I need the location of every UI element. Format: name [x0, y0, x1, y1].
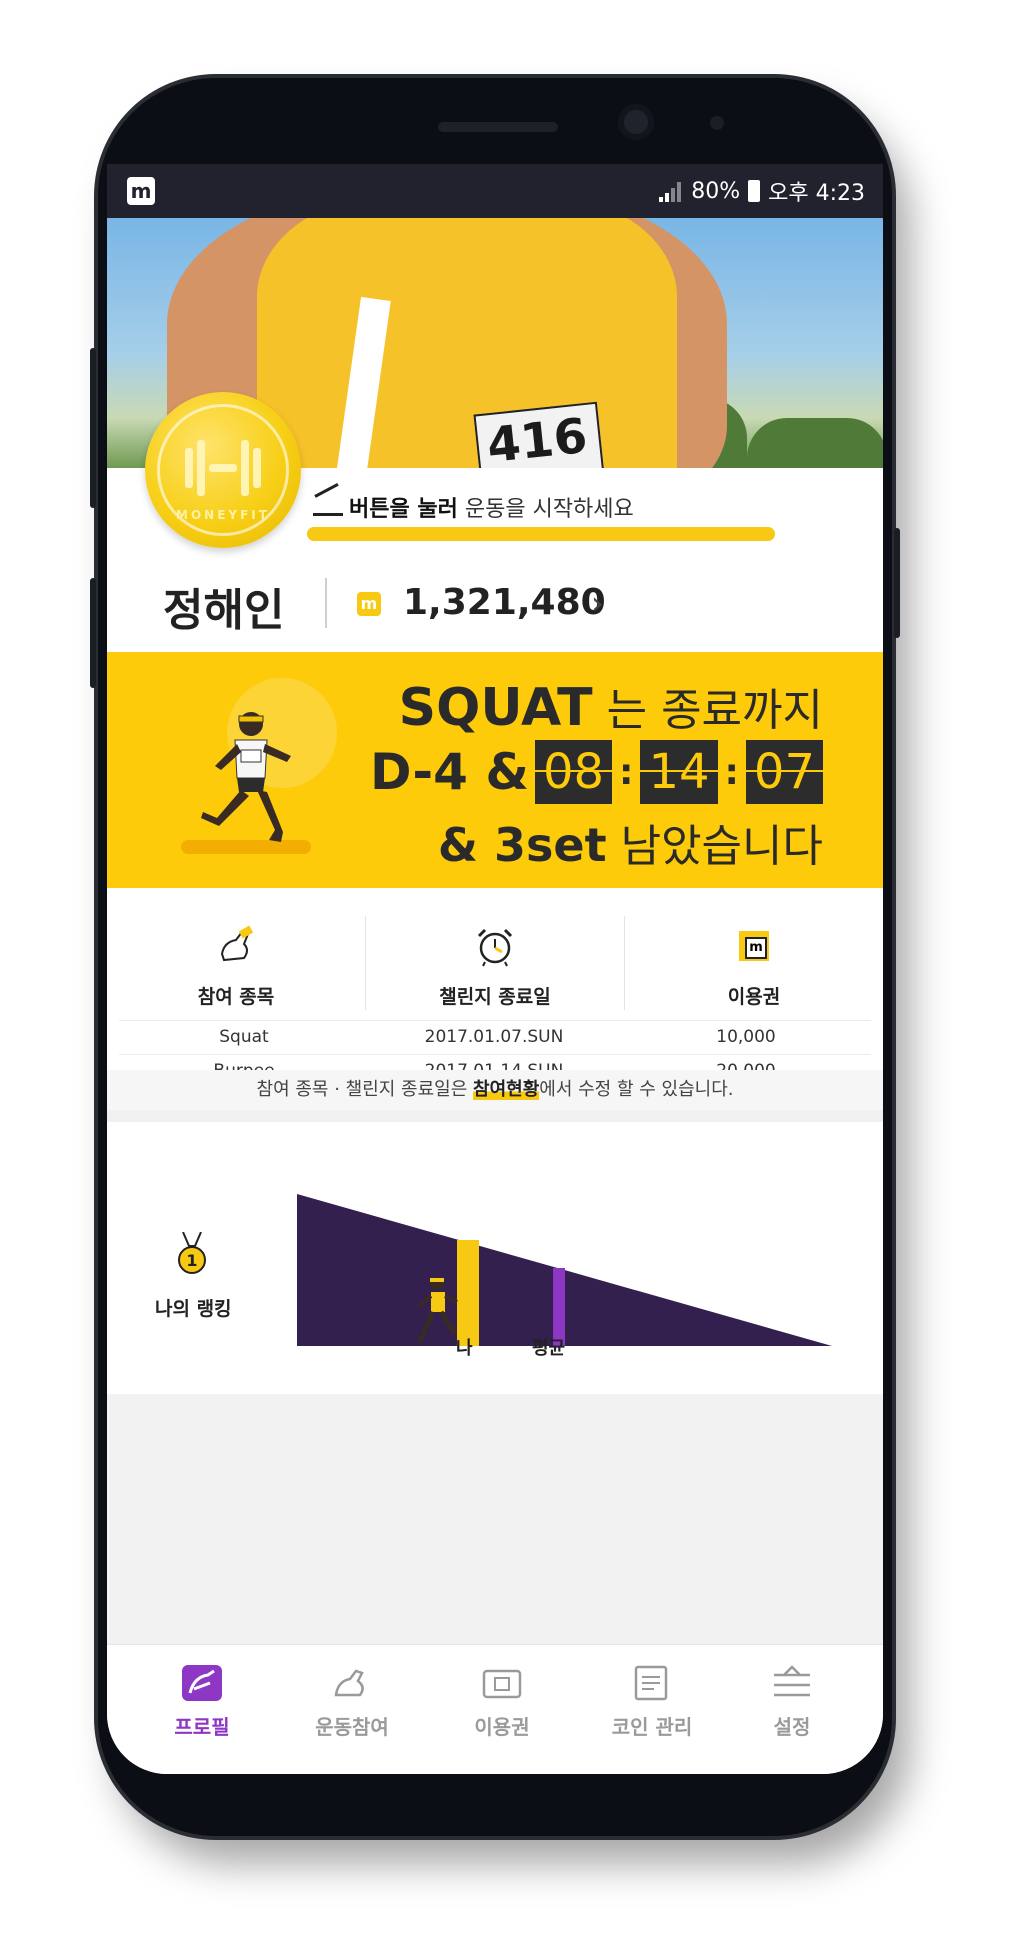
coin-manage-icon [634, 1665, 668, 1701]
coin-balance[interactable]: 1,321,480 [403, 582, 606, 623]
average-label: 평균 [532, 1338, 566, 1359]
start-workout-coin-button[interactable]: MONEYFIT [145, 392, 301, 548]
banner-line-1: SQUAT 는 종료까지 [398, 678, 823, 738]
clock: 오후 4:23 [768, 181, 865, 206]
hours-box: 08 [534, 740, 613, 804]
nav-coin-manage[interactable]: 코인 관리 [577, 1661, 727, 1740]
table-row: Squat 2017.01.07.SUN 10,000 [119, 1020, 871, 1055]
chevron-right-icon[interactable]: › [591, 584, 604, 622]
days-left: D-4 & [369, 743, 529, 801]
settings-icon [774, 1665, 810, 1697]
minutes-box: 14 [640, 740, 718, 804]
challenge-banner: SQUAT 는 종료까지 D-4 & 08:14:07 & 3set 남았습니다 [107, 652, 883, 888]
user-name: 정해인 [163, 585, 285, 636]
nav-profile[interactable]: 프로필 [127, 1661, 277, 1740]
nav-workout[interactable]: 운동참여 [277, 1661, 427, 1740]
header-end-date: 챌린지 종료일 [439, 986, 551, 1008]
banner-line-3: & 3set 남았습니다 [437, 818, 823, 872]
countdown: D-4 & 08:14:07 [369, 740, 824, 804]
app-screen: m 80% 오후 4:23 416 MONEYFIT 버튼을 눌러 운동을 시작… [107, 164, 883, 1774]
my-rank-marker [457, 1240, 479, 1346]
cta-emphasis: 버튼을 눌러 [349, 497, 458, 522]
m-logo-icon: m [127, 177, 155, 205]
col-ticket: m 이용권 [625, 904, 883, 1008]
col-end-date: 챌린지 종료일 [366, 904, 624, 1008]
profile-icon [182, 1665, 222, 1701]
pointer-icon [313, 499, 343, 516]
bottom-navigation: 프로필 운동참여 이용권 코인 관리 설정 [107, 1644, 883, 1774]
sets-left: & 3set [437, 818, 607, 872]
medal-icon: 1 [178, 1232, 206, 1274]
my-rank-label: 나 [456, 1338, 473, 1359]
cta-underline [307, 527, 775, 541]
status-bar: m 80% 오후 4:23 [107, 164, 883, 218]
muscle-icon [220, 925, 254, 962]
start-cta: 버튼을 눌러 운동을 시작하세요 [313, 491, 634, 523]
header-exercise: 참여 종목 [197, 986, 275, 1008]
participation-link[interactable]: 참여현황 [473, 1079, 540, 1100]
ticket-m-icon: m [739, 931, 769, 961]
muscle-icon [334, 1669, 364, 1697]
dumbbell-icon [185, 440, 261, 496]
nav-ticket[interactable]: 이용권 [427, 1661, 577, 1740]
bib-number: 416 [484, 407, 590, 468]
ranking-label: 나의 랭킹 [155, 1298, 232, 1320]
col-exercise: 참여 종목 [107, 904, 365, 1008]
ranking-graph [297, 1194, 832, 1346]
battery-percent: 80% [691, 178, 741, 204]
divider [325, 578, 327, 628]
coin-brand-text: MONEYFIT [176, 508, 270, 522]
coin-icon: m [357, 592, 381, 616]
bixby-button [90, 578, 96, 688]
header-ticket: 이용권 [727, 986, 781, 1008]
battery-icon [748, 180, 761, 202]
nav-settings[interactable]: 설정 [717, 1661, 867, 1740]
cta-text: 운동을 시작하세요 [457, 497, 634, 522]
svg-text:1: 1 [186, 1251, 197, 1270]
earpiece-speaker [438, 122, 558, 132]
edit-note: 참여 종목 · 챌린지 종료일은 참여현황에서 수정 할 수 있습니다. [107, 1070, 883, 1110]
empty-area [107, 1394, 883, 1644]
seconds-box: 07 [745, 740, 824, 804]
power-button [894, 528, 900, 638]
runner-illustration-icon [201, 712, 291, 842]
ticket-icon [482, 1669, 522, 1699]
front-camera [618, 104, 654, 140]
volume-button [90, 348, 96, 508]
exercise-name: SQUAT [398, 678, 593, 738]
alarm-clock-icon [477, 928, 513, 967]
signal-icon [659, 180, 683, 202]
proximity-sensor [710, 116, 724, 130]
